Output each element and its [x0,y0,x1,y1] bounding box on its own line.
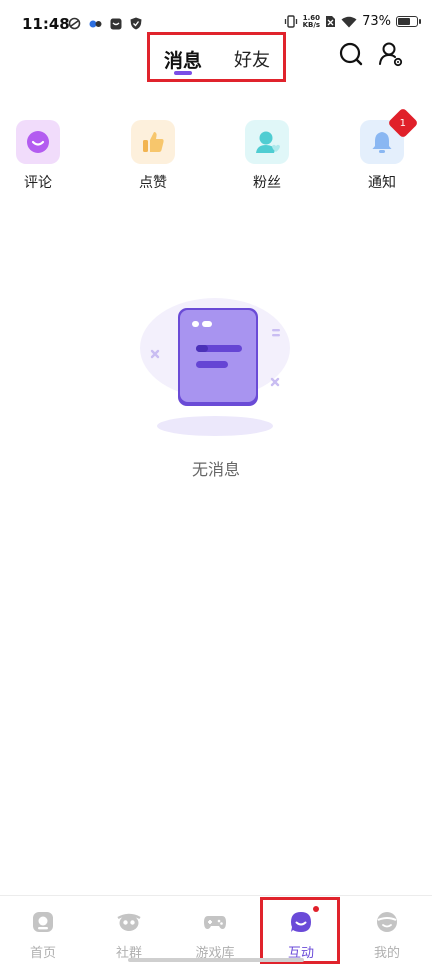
category-like-label: 点赞 [139,175,167,191]
bell-icon: 1 [360,107,419,164]
interact-highlight-box [260,897,340,964]
chat-app-icon [110,18,122,29]
no-sim-icon [326,16,336,27]
user-settings-icon [379,42,403,67]
battery-icon [396,16,421,27]
empty-state-text: 无消息 [191,460,240,479]
category-comment-label: 评论 [24,175,52,191]
category-comment[interactable]: 评论 [8,120,68,192]
profile-icon [377,912,397,932]
nav-games[interactable]: 游戏库 [172,896,258,964]
tab-messages[interactable]: 消息 [164,46,202,73]
search-button[interactable] [337,40,365,68]
user-settings-button[interactable] [377,40,405,68]
tab-friends[interactable]: 好友 [234,46,270,72]
home-indicator[interactable] [128,958,304,962]
search-icon [339,42,363,66]
thumbs-up-icon [131,120,175,164]
wifi-icon [341,16,357,27]
tab-group: 消息 好友 [147,32,286,82]
battery-percent: 73% [362,14,391,29]
active-tab-indicator [174,71,192,75]
shield-icon [130,17,142,30]
nav-mine-label: 我的 [373,946,400,961]
nav-home-label: 首页 [29,946,56,961]
battery-fill [398,18,411,25]
nav-community[interactable]: 社群 [86,896,172,964]
category-notify-label: 通知 [368,175,396,191]
net-speed: 1.60 KB/s [302,14,321,29]
sync-icon [68,17,81,30]
category-fans-label: 粉丝 [253,175,281,191]
fans-icon [245,120,289,164]
status-left-icons [68,17,142,30]
category-fans[interactable]: 粉丝 [237,120,297,192]
category-like[interactable]: 点赞 [123,120,183,192]
home-icon [33,912,53,932]
header: 消息 好友 [0,30,432,86]
vibrate-icon [284,15,297,28]
category-notify[interactable]: 1 通知 [352,107,419,192]
dual-dot-icon [89,20,102,27]
status-right-icons: 1.60 KB/s 73% [284,14,421,29]
community-icon [117,913,141,931]
nav-home[interactable]: 首页 [0,896,86,964]
badge-count: 1 [399,117,407,129]
nav-mine[interactable]: 我的 [344,896,430,964]
gamepad-icon [204,916,226,929]
comment-icon [16,120,60,164]
message-categories: 评论 点赞 粉丝 1 通知 [0,107,432,200]
empty-message-illustration [130,290,300,450]
net-speed-unit: KB/s [302,20,321,29]
bottom-navigation: 首页 社群 游戏库 互动 我的 [0,895,432,964]
